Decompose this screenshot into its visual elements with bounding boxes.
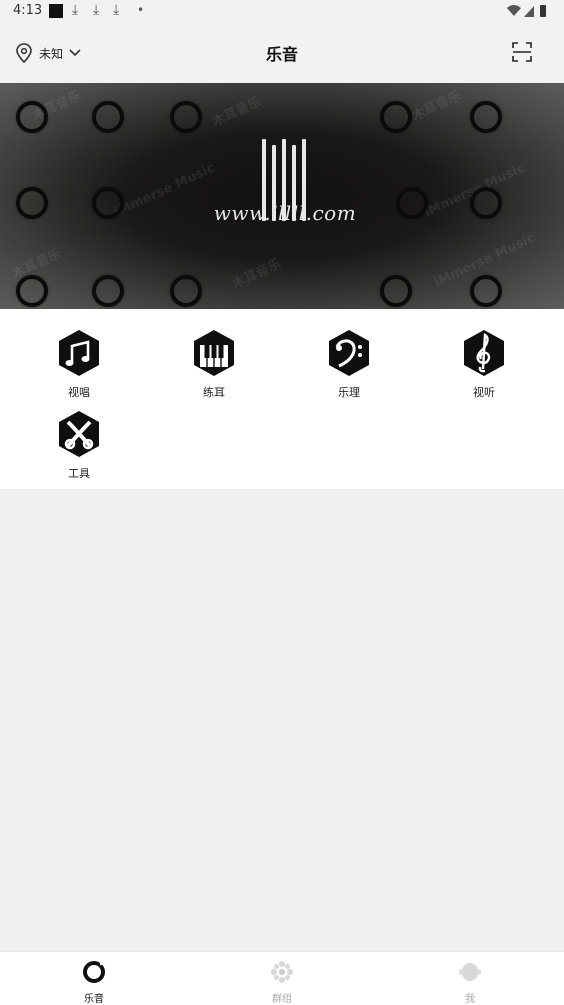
- piano-keys-icon: [194, 330, 234, 376]
- logo-ring-icon: [16, 187, 48, 219]
- feature-grid: 视唱 练耳 乐理 视听 工具: [0, 309, 564, 489]
- treble-clef-icon: [464, 330, 504, 376]
- logo-ring-icon: [92, 101, 124, 133]
- wifi-icon: [507, 5, 521, 16]
- bottom-nav: 乐音 群组 我: [0, 951, 564, 1005]
- download-icon: ⤓: [93, 2, 100, 18]
- ring-logo-icon: [83, 961, 105, 983]
- banner-watermark: 木耳音乐: [210, 94, 264, 131]
- nav-tab-label: 乐音: [84, 994, 104, 1005]
- banner-watermark: 木耳音乐: [410, 88, 464, 125]
- banner-watermark: iMmerse Music: [111, 160, 218, 221]
- banner-url: www.lllll.com: [213, 201, 357, 225]
- system-status-icons: [506, 4, 548, 22]
- logo-ring-icon: [170, 101, 202, 133]
- nav-tab-me[interactable]: 我: [440, 960, 500, 1005]
- battery-icon: [540, 5, 546, 17]
- grid-item-label: 视唱: [68, 386, 90, 399]
- app-header: 未知 乐音: [0, 24, 564, 83]
- page-title: 乐音: [265, 45, 298, 64]
- signal-icon: [524, 6, 534, 17]
- scan-icon[interactable]: [512, 42, 532, 62]
- logo-ring-icon: [396, 187, 428, 219]
- logo-ring-icon: [470, 275, 502, 307]
- group-flower-icon: [271, 961, 293, 983]
- profile-icon: [459, 963, 481, 981]
- notification-square-icon: [49, 4, 63, 18]
- logo-ring-icon: [170, 275, 202, 307]
- download-icon: ⤓: [72, 2, 79, 18]
- nav-tab-label: 群组: [272, 994, 292, 1005]
- logo-ring-icon: [470, 101, 502, 133]
- logo-ring-icon: [92, 275, 124, 307]
- grid-item-label: 工具: [68, 467, 90, 480]
- status-time: 4:13: [13, 3, 43, 18]
- nav-tab-groups[interactable]: 群组: [252, 960, 312, 1005]
- nav-tab-music[interactable]: 乐音: [64, 960, 124, 1005]
- banner-watermark: 木耳音乐: [230, 256, 284, 293]
- promo-banner[interactable]: 木耳音乐 木耳音乐 木耳音乐 iMmerse Music iMmerse Mus…: [0, 83, 564, 309]
- status-bar: 4:13 ⤓ ⤓ ⤓ •: [0, 0, 564, 24]
- download-icon: ⤓: [113, 2, 120, 18]
- grid-item-sight-singing[interactable]: 视唱: [39, 329, 119, 400]
- logo-ring-icon: [470, 187, 502, 219]
- logo-ring-icon: [92, 187, 124, 219]
- logo-ring-icon: [16, 275, 48, 307]
- music-note-icon: [59, 330, 99, 376]
- grid-item-label: 练耳: [203, 386, 225, 399]
- grid-item-listening[interactable]: 视听: [444, 329, 524, 400]
- more-notifications-icon: •: [137, 3, 145, 17]
- tools-icon: [59, 411, 99, 457]
- logo-ring-icon: [16, 101, 48, 133]
- logo-ring-icon: [380, 101, 412, 133]
- logo-ring-icon: [380, 275, 412, 307]
- grid-item-tools[interactable]: 工具: [39, 410, 119, 481]
- grid-item-label: 乐理: [338, 386, 360, 399]
- grid-item-music-theory[interactable]: 乐理: [309, 329, 389, 400]
- grid-item-ear-training[interactable]: 练耳: [174, 329, 254, 400]
- nav-tab-label: 我: [465, 994, 475, 1005]
- bass-clef-icon: [329, 330, 369, 376]
- grid-item-label: 视听: [473, 386, 495, 399]
